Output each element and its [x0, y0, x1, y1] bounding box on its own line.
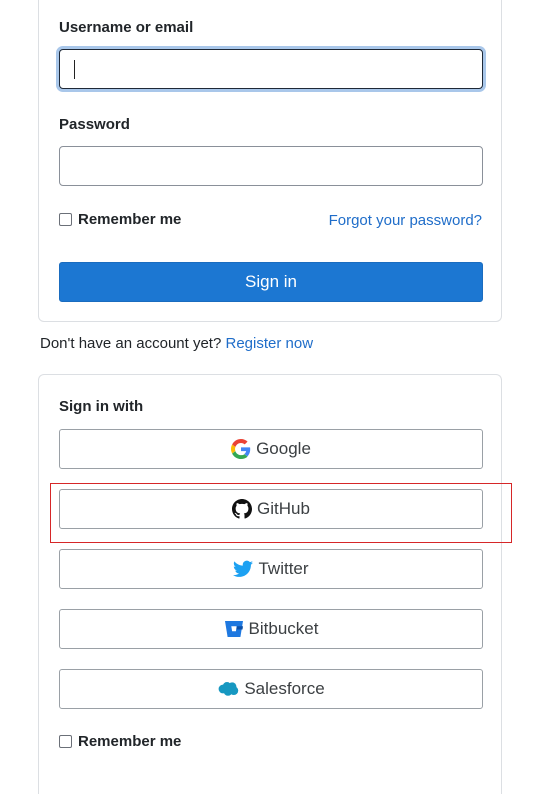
bitbucket-icon [224, 621, 243, 637]
sign-in-button[interactable]: Sign in [59, 262, 483, 302]
sso-remember-me-checkbox[interactable] [59, 735, 72, 748]
username-label: Username or email [59, 19, 194, 36]
register-now-link[interactable]: Register now [226, 335, 314, 352]
username-input[interactable] [59, 49, 483, 89]
github-icon [232, 499, 253, 519]
bitbucket-sign-in-button[interactable]: Bitbucket [59, 609, 483, 649]
sso-remember-me-label[interactable]: Remember me [78, 733, 181, 750]
login-card: Username or email Password Remember me F… [38, 0, 502, 322]
twitter-label: Twitter [258, 559, 309, 578]
salesforce-label: Salesforce [244, 679, 325, 698]
remember-me-checkbox[interactable] [59, 213, 72, 226]
text-caret [74, 60, 75, 79]
sign-in-with-heading: Sign in with [59, 398, 144, 415]
google-icon [231, 439, 251, 459]
bitbucket-label: Bitbucket [248, 619, 319, 638]
sso-remember-me-row: Remember me [59, 733, 181, 750]
forgot-password-link[interactable]: Forgot your password? [329, 212, 482, 229]
twitter-icon [233, 560, 254, 577]
remember-me-label[interactable]: Remember me [78, 211, 181, 228]
password-input[interactable] [59, 146, 483, 186]
google-sign-in-button[interactable]: Google [59, 429, 483, 469]
register-prompt-text: Don't have an account yet? [40, 335, 222, 352]
twitter-sign-in-button[interactable]: Twitter [59, 549, 483, 589]
remember-me-row: Remember me [59, 211, 181, 228]
password-label: Password [59, 116, 130, 133]
salesforce-sign-in-button[interactable]: Salesforce [59, 669, 483, 709]
salesforce-icon [218, 682, 239, 696]
sso-card: Sign in with Google GitHub Twitter Bitbu… [38, 374, 502, 794]
google-label: Google [256, 439, 311, 458]
github-label: GitHub [257, 499, 310, 518]
register-prompt: Don't have an account yet? Register now [40, 335, 313, 352]
github-sign-in-button[interactable]: GitHub [59, 489, 483, 529]
